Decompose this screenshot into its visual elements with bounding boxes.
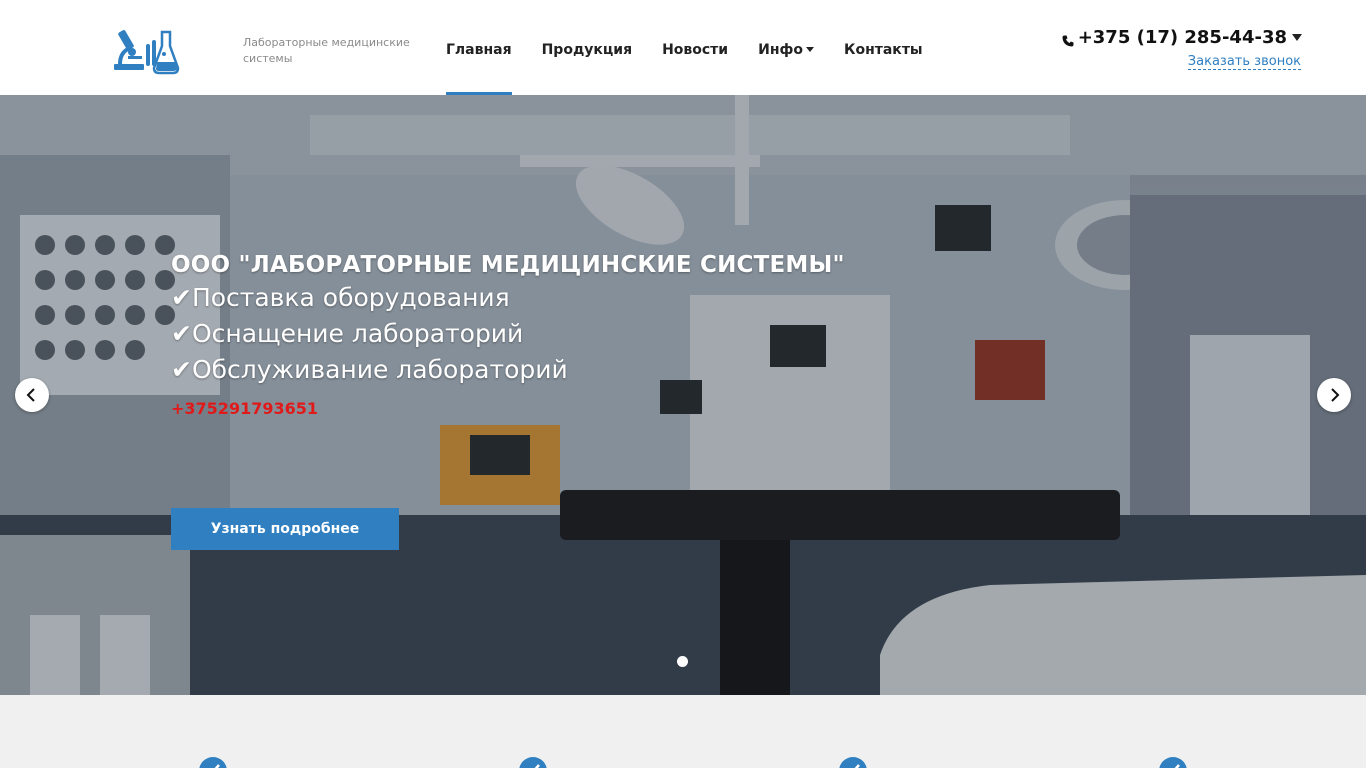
slider-prev-button[interactable] [15, 378, 49, 412]
hero-feature-line: ✔Поставка оборудования [171, 283, 510, 312]
check-icon [519, 757, 547, 768]
learn-more-button[interactable]: Узнать подробнее [171, 508, 399, 550]
phone-icon [1062, 30, 1074, 47]
phone-dropdown[interactable]: +375 (17) 285-44-38 [1062, 26, 1302, 50]
caret-down-icon [806, 46, 815, 52]
header-contact: +375 (17) 285-44-38 Заказать звонок [1062, 26, 1302, 70]
hero-title: ООО "ЛАБОРАТОРНЫЕ МЕДИЦИНСКИЕ СИСТЕМЫ" [171, 252, 845, 278]
nav-item-news[interactable]: Новости [662, 0, 728, 95]
nav-item-info[interactable]: Инфо [758, 0, 815, 95]
features-section [0, 695, 1366, 768]
check-icon [839, 757, 867, 768]
nav-label: Новости [662, 42, 729, 58]
chevron-left-icon [26, 388, 35, 402]
nav-item-home[interactable]: Главная [446, 0, 512, 95]
phone-number: +375 (17) 285-44-38 [1077, 27, 1287, 48]
nav-label: Инфо [758, 42, 804, 58]
nav-label: Контакты [844, 42, 923, 58]
nav-item-products[interactable]: Продукция [542, 0, 632, 95]
hero-feature-line: ✔Обслуживание лабораторий [171, 355, 568, 384]
check-icon [1159, 757, 1187, 768]
hero-feature-line: ✔Оснащение лабораторий [171, 319, 524, 348]
check-icon [199, 757, 227, 768]
microscope-flask-logo-icon[interactable] [112, 26, 180, 76]
slider-dot-active[interactable] [677, 656, 688, 667]
callback-link[interactable]: Заказать звонок [1187, 54, 1301, 70]
site-header: Лабораторные медицинские системы Главная… [0, 0, 1366, 95]
hero-content: ООО "ЛАБОРАТОРНЫЕ МЕДИЦИНСКИЕ СИСТЕМЫ" ✔… [171, 250, 845, 420]
nav-label: Главная [446, 42, 512, 58]
site-tagline: Лабораторные медицинские системы [243, 36, 410, 65]
slider-next-button[interactable] [1317, 378, 1351, 412]
chevron-right-icon [1331, 388, 1340, 402]
hero-phone-link[interactable]: +375291793651 [171, 398, 845, 420]
nav-item-contacts[interactable]: Контакты [844, 0, 923, 95]
caret-down-icon [1292, 33, 1302, 41]
main-nav: Главная Продукция Новости Инфо Контакты [446, 0, 953, 95]
hero-slider: ООО "ЛАБОРАТОРНЫЕ МЕДИЦИНСКИЕ СИСТЕМЫ" ✔… [0, 95, 1366, 695]
nav-label: Продукция [541, 42, 633, 58]
